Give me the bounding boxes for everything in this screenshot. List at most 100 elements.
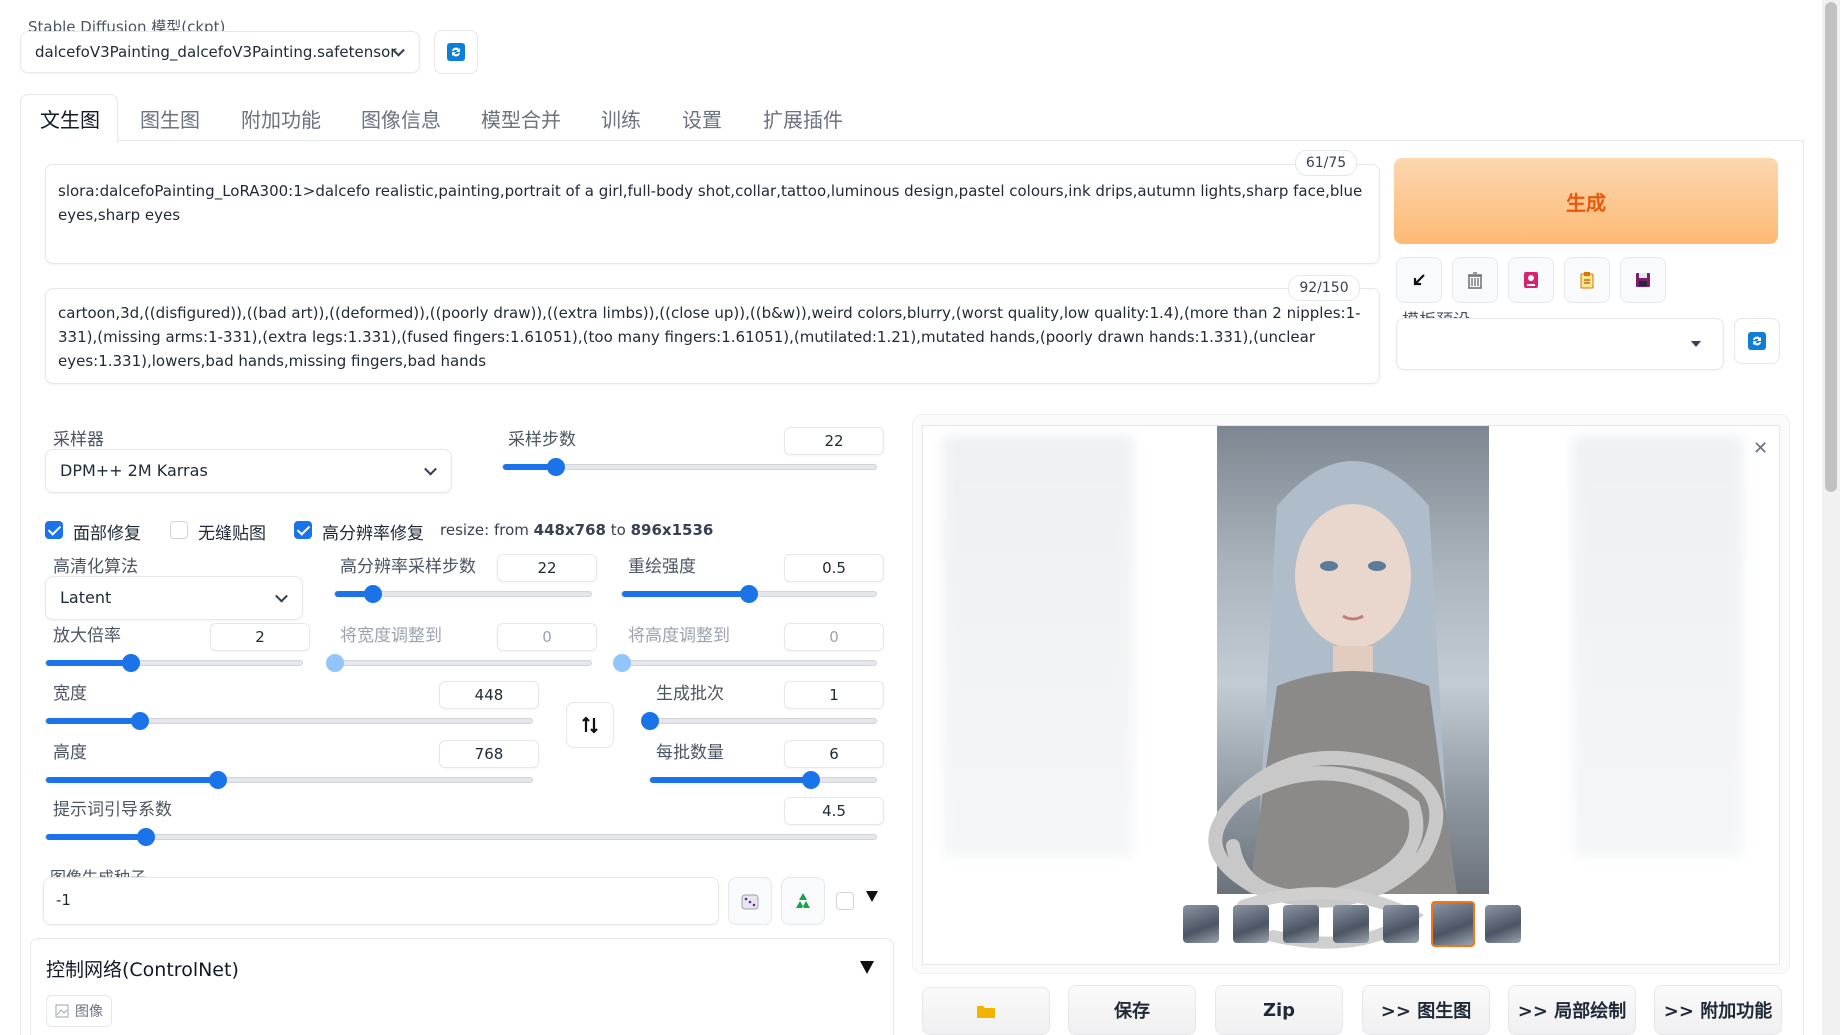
steps-input[interactable]: 22 (784, 427, 884, 455)
controlnet-image-tab[interactable]: 图像 (46, 995, 112, 1027)
send-to-inpaint-button[interactable]: >> 局部绘制 (1508, 985, 1636, 1035)
caret-down-icon (1691, 341, 1701, 347)
denoise-slider[interactable] (621, 585, 877, 603)
cfg-slider[interactable] (45, 828, 877, 846)
sampler-select[interactable]: DPM++ 2M Karras (45, 449, 452, 493)
refresh-model-button[interactable] (434, 30, 478, 74)
resize-to: 896x1536 (630, 521, 714, 539)
slider-thumb[interactable] (363, 585, 382, 603)
batch-size-slider[interactable] (649, 771, 877, 789)
apply-style-button[interactable] (1564, 257, 1610, 303)
batch-size-input[interactable]: 6 (784, 740, 884, 768)
hires-steps-input[interactable]: 22 (497, 554, 597, 582)
upscaler-label: 高清化算法 (53, 557, 138, 577)
tab-png-info[interactable]: 图像信息 (361, 104, 441, 133)
tiling-label: 无缝贴图 (198, 524, 266, 544)
batch-count-slider[interactable] (641, 712, 877, 730)
prompt-textarea[interactable]: slora:dalcefoPainting_LoRA300:1>dalcefo … (45, 164, 1380, 264)
swap-dimensions-button[interactable] (566, 702, 614, 748)
resize-width-slider[interactable] (326, 654, 592, 672)
extra-seed-checkbox[interactable] (836, 892, 854, 910)
prompt-text: slora:dalcefoPainting_LoRA300:1>dalcefo … (58, 182, 1363, 224)
tab-train[interactable]: 训练 (601, 104, 641, 133)
height-label: 高度 (53, 743, 87, 763)
save-style-button[interactable] (1620, 257, 1666, 303)
batch-size-label: 每批数量 (656, 743, 724, 763)
generate-button[interactable]: 生成 (1394, 158, 1778, 244)
gallery-thumbnail[interactable] (1485, 905, 1521, 943)
extra-seed-expand-icon[interactable] (866, 891, 878, 902)
batch-count-input[interactable]: 1 (784, 681, 884, 709)
trash-icon (1468, 272, 1482, 289)
negative-token-counter: 92/150 (1288, 275, 1360, 301)
send-to-extras-button[interactable]: >> 附加功能 (1654, 985, 1782, 1035)
slider-thumb[interactable] (613, 654, 631, 672)
close-preview-icon[interactable]: ✕ (1753, 438, 1768, 459)
resize-prefix: resize: from (440, 521, 534, 539)
model-select-value: dalcefoV3Painting_dalcefoV3Painting.safe… (35, 43, 397, 61)
controlnet-collapse-icon[interactable] (860, 961, 874, 974)
upscale-by-slider[interactable] (45, 654, 303, 672)
tab-extensions[interactable]: 扩展插件 (763, 104, 843, 133)
dice-icon (741, 894, 759, 910)
hires-checkbox[interactable] (294, 521, 312, 539)
save-button[interactable]: 保存 (1068, 985, 1196, 1035)
clear-prompt-button[interactable] (1452, 257, 1498, 303)
refresh-styles-button[interactable] (1734, 318, 1780, 364)
resize-height-input[interactable]: 0 (784, 623, 884, 651)
refresh-icon (1748, 332, 1766, 350)
tab-merge[interactable]: 模型合并 (481, 104, 561, 133)
gallery-thumbnail[interactable] (1383, 905, 1419, 943)
negative-prompt-textarea[interactable]: cartoon,3d,((disfigured)),((bad art)),((… (45, 288, 1380, 384)
slider-thumb[interactable] (326, 654, 344, 672)
cfg-label: 提示词引导系数 (53, 800, 172, 820)
gallery-thumbnail[interactable] (1283, 905, 1319, 943)
controlnet-title[interactable]: 控制网络(ControlNet) (46, 955, 239, 982)
slider-thumb[interactable] (131, 712, 150, 730)
random-seed-button[interactable] (728, 877, 772, 925)
height-slider[interactable] (45, 771, 533, 789)
tab-extras[interactable]: 附加功能 (241, 104, 321, 133)
gallery-thumbnail-selected[interactable] (1431, 901, 1475, 947)
scrollbar-thumb[interactable] (1825, 2, 1837, 492)
upscaler-select[interactable]: Latent (45, 576, 303, 620)
sampler-select-value: DPM++ 2M Karras (60, 461, 208, 480)
arrow-down-left-icon (1413, 274, 1425, 286)
hires-steps-slider[interactable] (334, 585, 592, 603)
zip-button[interactable]: Zip (1215, 985, 1343, 1035)
face-restore-checkbox[interactable] (45, 521, 63, 539)
steps-slider[interactable] (502, 458, 877, 476)
slider-thumb[interactable] (740, 585, 758, 603)
denoise-input[interactable]: 0.5 (784, 554, 884, 582)
seed-input[interactable]: -1 (43, 877, 719, 925)
batch-count-label: 生成批次 (656, 684, 724, 704)
controlnet-panel (30, 938, 894, 1035)
extra-networks-button[interactable] (1508, 257, 1554, 303)
gallery-thumbnail[interactable] (1233, 905, 1269, 943)
paste-params-button[interactable] (1396, 257, 1442, 303)
resize-height-slider[interactable] (613, 654, 877, 672)
tab-settings[interactable]: 设置 (682, 104, 722, 133)
model-select[interactable]: dalcefoV3Painting_dalcefoV3Painting.safe… (20, 31, 420, 73)
height-input[interactable]: 768 (439, 740, 539, 768)
width-input[interactable]: 448 (439, 681, 539, 709)
slider-thumb[interactable] (641, 712, 659, 730)
width-slider[interactable] (45, 712, 533, 730)
upscale-by-input[interactable]: 2 (210, 623, 310, 651)
tab-img2img[interactable]: 图生图 (140, 104, 200, 133)
style-select[interactable] (1396, 318, 1724, 370)
swap-arrows-icon (582, 716, 598, 734)
resize-width-input[interactable]: 0 (497, 623, 597, 651)
gallery-thumbnail[interactable] (1183, 905, 1219, 943)
slider-thumb[interactable] (546, 458, 565, 476)
scrollbar-track[interactable] (1822, 0, 1840, 1035)
gallery-thumbnail[interactable] (1333, 905, 1369, 943)
resize-mid: to (605, 521, 631, 539)
tab-txt2img[interactable]: 文生图 (40, 104, 100, 133)
reuse-seed-button[interactable] (781, 877, 825, 925)
send-to-img2img-button[interactable]: >> 图生图 (1362, 985, 1490, 1035)
tiling-checkbox[interactable] (170, 521, 188, 539)
cfg-input[interactable]: 4.5 (784, 797, 884, 825)
resize-from: 448x768 (533, 521, 606, 539)
open-folder-button[interactable] (922, 987, 1050, 1035)
